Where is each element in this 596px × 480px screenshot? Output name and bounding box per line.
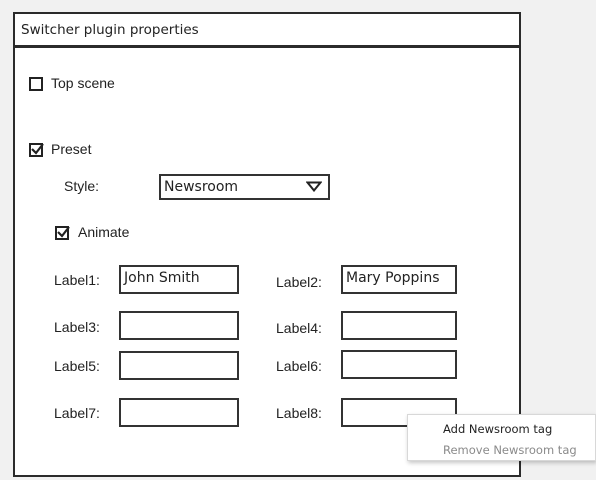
label7-field[interactable] (119, 398, 239, 427)
style-dropdown-value: Newsroom (164, 179, 239, 195)
top-scene-checkbox[interactable] (29, 77, 43, 91)
remove-newsroom-tag-menu-item[interactable]: Remove Newsroom tag (443, 443, 577, 457)
label6-caption: Label6: (276, 358, 322, 374)
triangle-down-icon (306, 181, 322, 192)
checkmark-icon (57, 226, 70, 238)
label2-field[interactable]: Mary Poppins (341, 265, 457, 294)
label5-field[interactable] (119, 351, 239, 380)
animate-label: Animate (78, 224, 130, 240)
add-newsroom-tag-menu-item[interactable]: Add Newsroom tag (443, 422, 552, 436)
context-menu: Add Newsroom tag Remove Newsroom tag (407, 414, 596, 461)
top-scene-label: Top scene (51, 75, 115, 91)
preset-label: Preset (51, 141, 92, 157)
label5-caption: Label5: (54, 358, 100, 374)
dialog-title: Switcher plugin properties (15, 14, 519, 48)
style-label: Style: (64, 178, 100, 194)
label8-caption: Label8: (276, 405, 322, 421)
label2-caption: Label2: (276, 274, 322, 290)
label1-field[interactable]: John Smith (119, 265, 239, 294)
label3-field[interactable] (119, 311, 239, 340)
style-dropdown[interactable]: Newsroom (159, 174, 330, 200)
label4-caption: Label4: (276, 320, 322, 336)
animate-checkbox[interactable] (55, 226, 70, 240)
preset-checkbox[interactable] (29, 143, 44, 157)
checkmark-icon (31, 143, 44, 155)
label4-field[interactable] (341, 311, 457, 340)
label6-field[interactable] (341, 350, 457, 379)
label7-caption: Label7: (54, 405, 100, 421)
label3-caption: Label3: (54, 319, 100, 335)
label1-caption: Label1: (54, 272, 100, 288)
switcher-plugin-dialog: Switcher plugin properties Top scene Pre… (13, 12, 521, 477)
